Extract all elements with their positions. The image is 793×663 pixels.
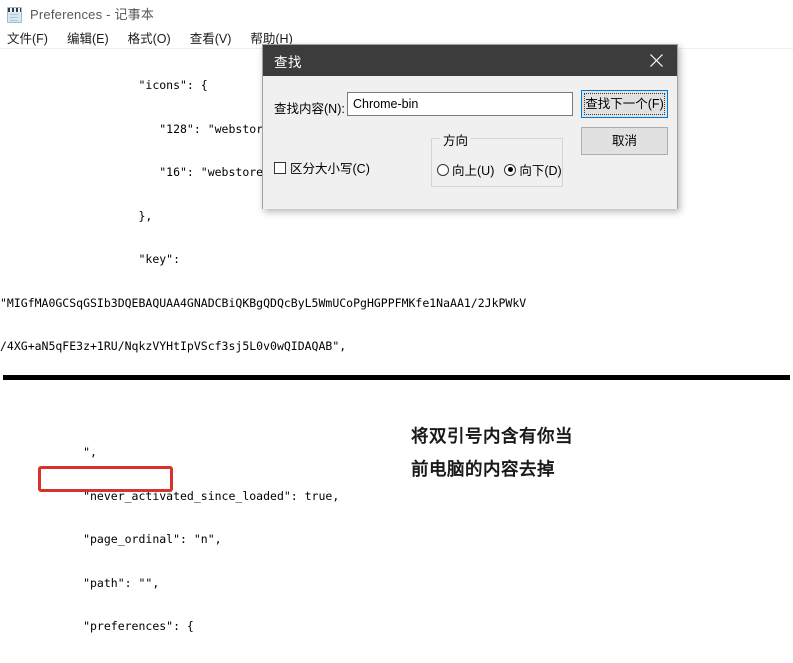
editor-line: "key": (0, 252, 181, 266)
lower-code-block: ", "never_activated_since_loaded": true,… (0, 416, 400, 663)
lower-code-line: "never_activated_since_loaded": true, (0, 488, 340, 503)
menu-item-format[interactable]: 格式(O) (128, 28, 171, 47)
radio-direction-down[interactable]: 向下(D) (504, 160, 562, 179)
lower-code-line: "page_ordinal": "n", (0, 532, 222, 546)
match-case-checkbox-row[interactable]: 区分大小写(C) (274, 158, 370, 177)
direction-group-legend: 方向 (440, 130, 472, 149)
window-titlebar: Preferences - 记事本 (0, 0, 793, 27)
find-dialog-titlebar: 查找 (263, 45, 677, 76)
match-case-checkbox[interactable] (274, 161, 286, 174)
lower-code-line-path: "path": "", (0, 575, 160, 590)
menu-item-edit[interactable]: 编辑(E) (67, 28, 109, 47)
radio-up-indicator[interactable] (437, 163, 449, 176)
annotation-line-2: 前电脑的内容去掉 (411, 459, 555, 479)
radio-direction-up[interactable]: 向上(U) (437, 160, 494, 179)
editor-line: }, (0, 208, 153, 223)
find-what-label: 查找内容(N): (274, 102, 345, 116)
annotation-text: 将双引号内含有你当 前电脑的内容去掉 (411, 420, 741, 486)
editor-line: /4XG+aN5qFE3z+1RU/NqkzVYHtIpVScf3sj5L0v0… (0, 339, 347, 353)
close-icon[interactable] (635, 45, 677, 76)
cancel-button[interactable]: 取消 (581, 127, 668, 155)
editor-line: "MIGfMA0GCSqGSIb3DQEBAQUAA4GNADCBiQKBgQD… (0, 295, 527, 310)
find-dialog: 查找 查找内容(N): 查找下一个(F) 取消 区分大小写(C) 方向 向上(U… (262, 44, 678, 209)
find-dialog-body: 查找内容(N): 查找下一个(F) 取消 区分大小写(C) 方向 向上(U) 向… (263, 76, 677, 209)
radio-down-label: 向下(D) (519, 164, 562, 178)
find-dialog-title: 查找 (274, 54, 302, 70)
search-input[interactable] (347, 92, 573, 116)
annotation-line-1: 将双引号内含有你当 (411, 426, 573, 446)
notepad-icon (6, 5, 23, 23)
direction-options: 向上(U) 向下(D) (437, 160, 572, 179)
direction-group: 方向 向上(U) 向下(D) (431, 130, 563, 187)
lower-code-line: ", (0, 445, 97, 459)
window-title: Preferences - 记事本 (30, 7, 155, 22)
lower-code-line: "preferences": { (0, 619, 194, 633)
radio-up-label: 向上(U) (452, 164, 495, 178)
menu-item-view[interactable]: 查看(V) (190, 28, 232, 47)
menu-item-file[interactable]: 文件(F) (7, 28, 48, 47)
match-case-label: 区分大小写(C) (290, 162, 370, 176)
radio-down-indicator[interactable] (504, 163, 517, 176)
find-next-button[interactable]: 查找下一个(F) (581, 90, 668, 118)
